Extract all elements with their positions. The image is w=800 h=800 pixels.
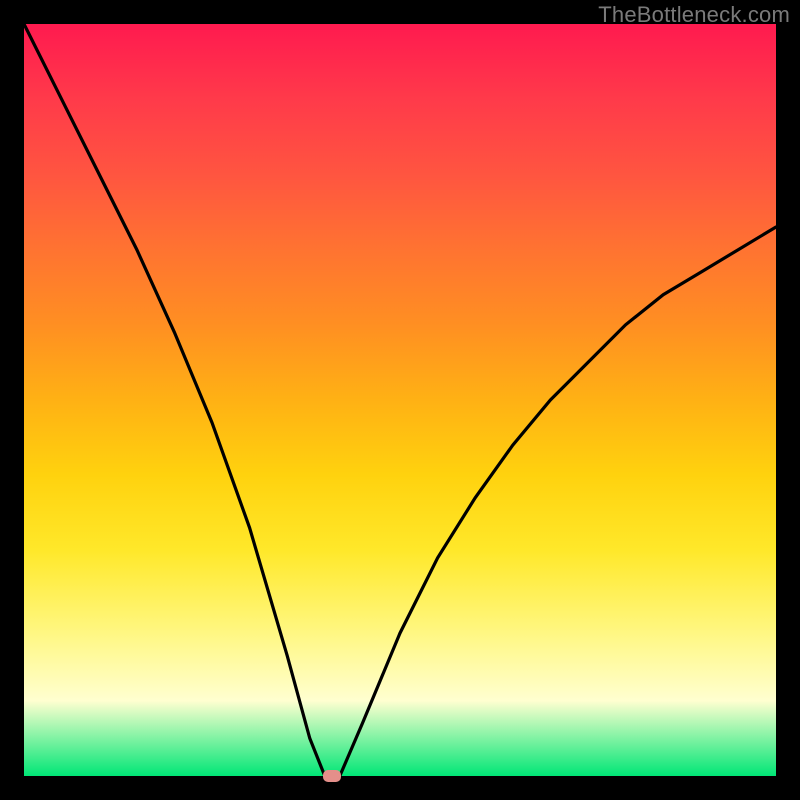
chart-plot-area: [24, 24, 776, 776]
bottleneck-curve: [24, 24, 776, 776]
optimal-marker: [323, 770, 341, 782]
curve-path: [24, 24, 776, 776]
chart-frame: TheBottleneck.com: [0, 0, 800, 800]
